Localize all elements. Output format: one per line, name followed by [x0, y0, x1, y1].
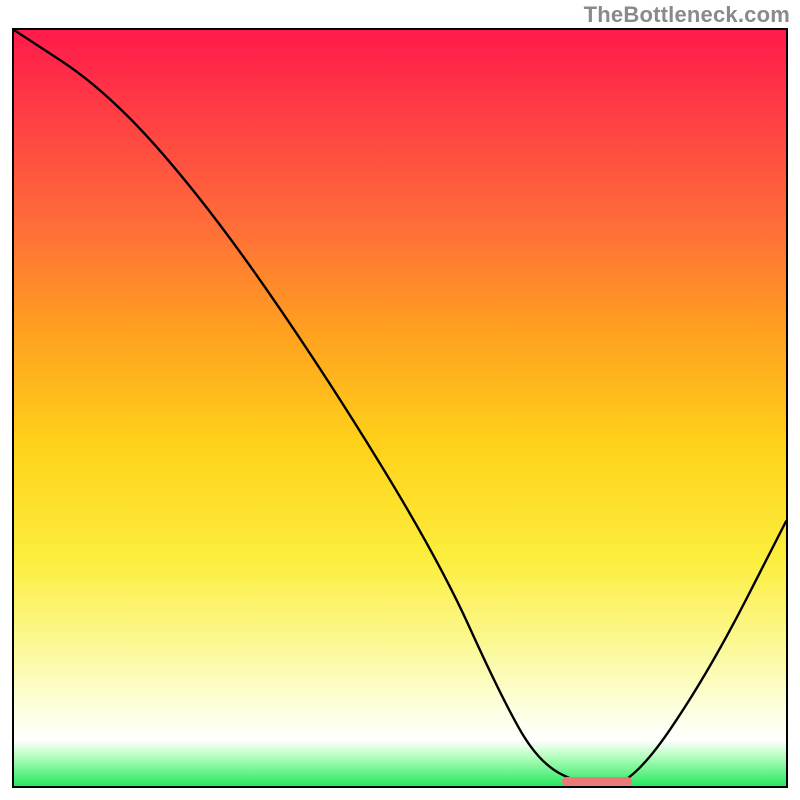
watermark-text: TheBottleneck.com: [584, 2, 790, 28]
chart-frame: TheBottleneck.com: [0, 0, 800, 800]
optimal-marker: [562, 777, 631, 786]
curve-path: [14, 30, 786, 786]
plot-area: [12, 28, 788, 788]
bottleneck-curve: [14, 30, 786, 786]
